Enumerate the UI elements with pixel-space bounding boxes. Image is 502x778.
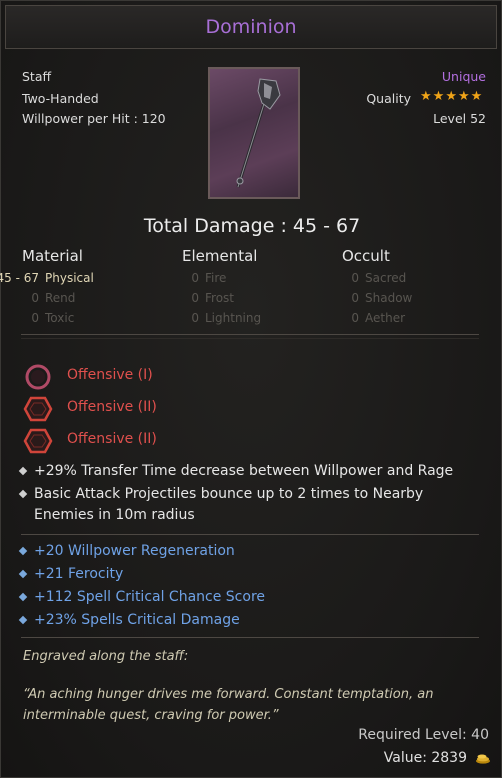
star-icon: ★ [432,89,445,104]
gold-coins-icon [476,754,490,764]
unique-mod-2: Basic Attack Projectiles bounce up to 2 … [34,486,424,523]
item-level: Level 52 [433,111,486,126]
bullet-icon [18,615,28,625]
total-damage: Total Damage : 45 - 67 [143,215,361,237]
item-image [208,67,300,199]
damage-rend: 0 Rend [31,291,76,305]
bullet-icon [18,489,28,499]
damage-fire: 0 Fire [191,271,227,285]
item-title-bar: Dominion [5,5,497,49]
damage-lightning: 0 Lightning [191,311,262,325]
quality-stars: ★ ★ ★ ★ ★ [420,90,482,104]
stat-mod-3: +112 Spell Critical Chance Score [34,589,266,605]
damage-physical: 45 - 67 Physical [0,271,94,285]
star-icon: ★ [470,89,483,104]
damage-frost: 0 Frost [191,291,234,305]
star-icon: ★ [445,89,457,104]
divider [21,338,479,339]
circle-socket-icon[interactable] [23,363,53,391]
quality-label: Quality [366,91,411,106]
item-handedness: Two-Handed [22,91,99,106]
hexagon-socket-icon[interactable] [23,395,53,423]
required-level: Required Level: 40 [358,727,489,743]
willpower-per-hit: Willpower per Hit : 120 [22,111,166,126]
bullet-icon [18,466,28,476]
occult-header: Occult [342,247,390,265]
damage-sacred: 0 Sacred [351,271,407,285]
divider [21,534,479,535]
elemental-header: Elemental [182,247,258,265]
bullet-icon [18,592,28,602]
bullet-icon [18,569,28,579]
damage-shadow: 0 Shadow [351,291,413,305]
staff-icon [236,78,281,188]
stat-mod-4: +23% Spells Critical Damage [34,612,240,628]
hexagon-socket-icon[interactable] [23,427,53,455]
material-header: Material [22,247,83,265]
gem-slot-3-label: Offensive (II) [67,431,157,447]
lore-quote: “An aching hunger drives me forward. Con… [23,687,434,723]
item-tooltip: Dominion Staff Two-Handed Willpower per … [0,0,502,778]
item-rarity: Unique [441,69,486,84]
bullet-icon [18,546,28,556]
divider [21,334,479,335]
item-name: Dominion [205,16,297,38]
gem-slot-1-label: Offensive (I) [67,367,153,383]
item-type: Staff [22,69,52,84]
unique-mod-1: +29% Transfer Time decrease between Will… [34,463,454,479]
damage-aether: 0 Aether [351,311,406,325]
stat-mod-1: +20 Willpower Regeneration [34,543,235,559]
star-icon: ★ [420,89,432,104]
lore-heading: Engraved along the staff: [23,649,189,664]
damage-toxic: 0 Toxic [31,311,75,325]
stat-mod-2: +21 Ferocity [34,566,124,582]
gem-slot-2-label: Offensive (II) [67,399,157,415]
star-icon: ★ [457,89,470,104]
item-value: Value: 2839 [383,750,467,766]
divider [21,637,479,638]
